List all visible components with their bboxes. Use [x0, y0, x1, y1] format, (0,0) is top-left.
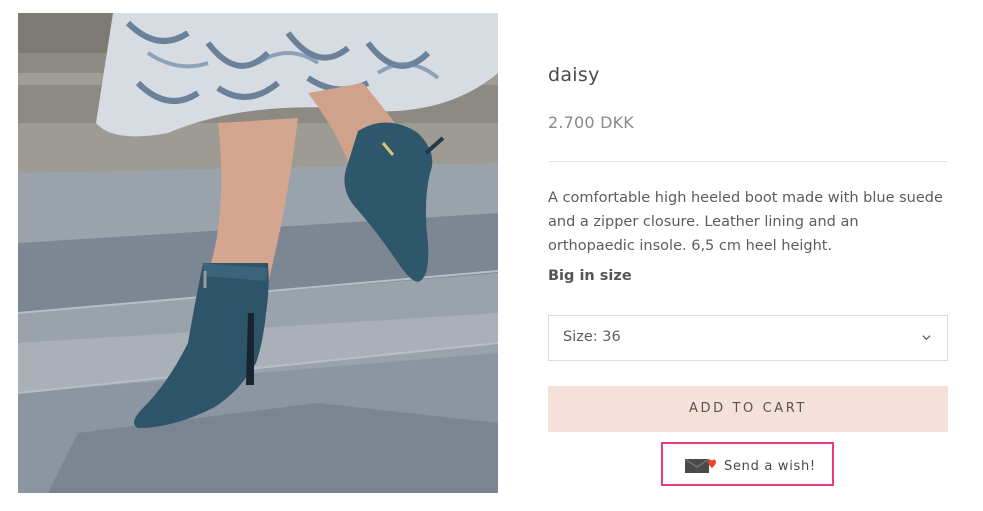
size-select[interactable]: Size: 36	[548, 315, 948, 361]
size-select-text: Size: 36	[563, 329, 621, 345]
chevron-down-icon	[922, 335, 931, 341]
send-wish-link[interactable]: Send a wish!	[684, 456, 816, 476]
envelope-heart-icon	[684, 457, 717, 475]
product-image[interactable]	[18, 13, 498, 493]
send-wish-label: Send a wish!	[724, 458, 816, 474]
size-note: Big in size	[548, 268, 632, 284]
product-title: daisy	[548, 64, 600, 86]
add-to-cart-button[interactable]: ADD TO CART	[548, 386, 948, 432]
size-select-label: Size:	[563, 329, 598, 345]
product-photo	[18, 13, 498, 493]
product-description: A comfortable high heeled boot made with…	[548, 190, 943, 254]
product-price: 2.700 DKK	[548, 113, 634, 132]
divider	[548, 161, 948, 162]
size-select-value: 36	[602, 329, 621, 345]
